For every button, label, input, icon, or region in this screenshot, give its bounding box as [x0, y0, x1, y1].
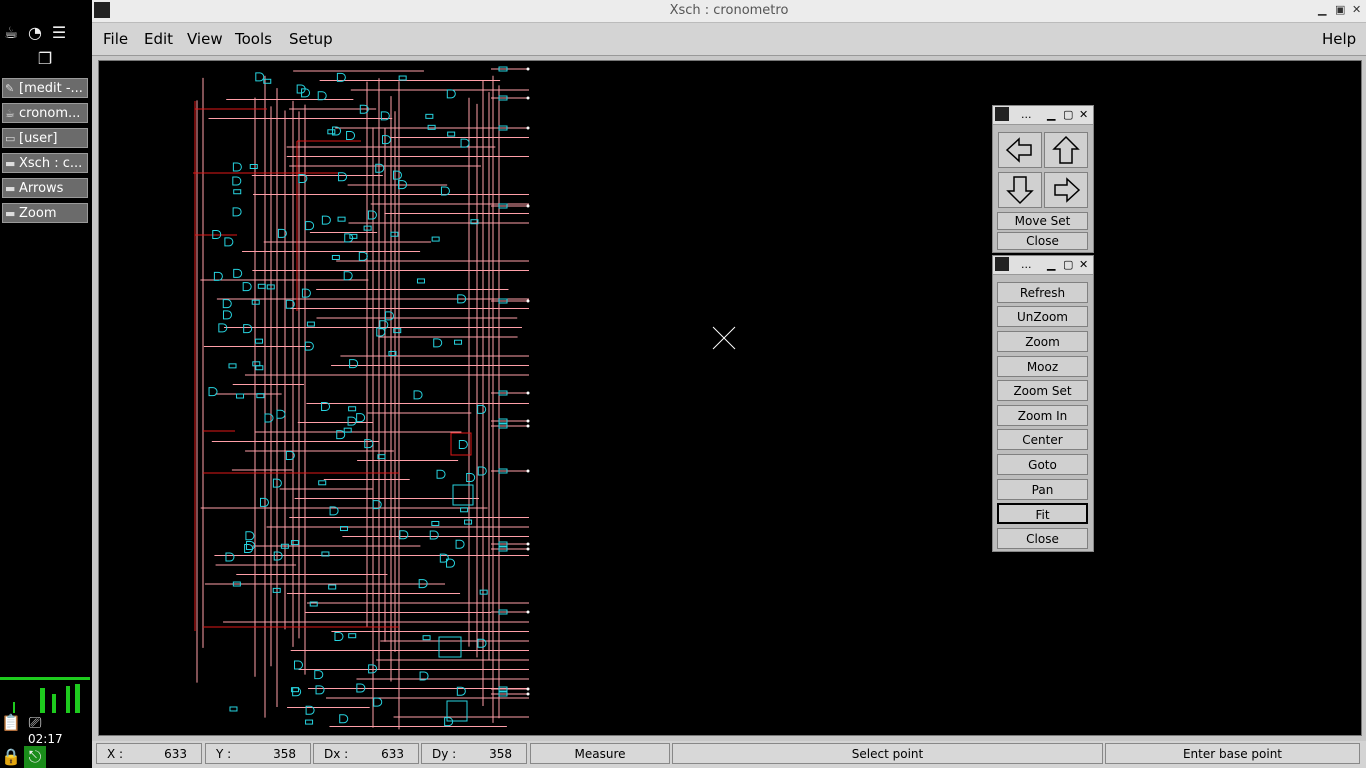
zoom-close-button[interactable]: Close — [997, 528, 1088, 549]
clock: 02:17 — [28, 732, 63, 746]
fit-button[interactable]: Fit — [997, 503, 1088, 524]
mooz-button[interactable]: Mooz — [997, 356, 1088, 377]
task-xsch[interactable]: ▬ Xsch : c... — [2, 153, 88, 173]
minimize-icon[interactable]: ▁ — [1047, 108, 1055, 121]
taskbar: ☕ ◔ ☰ ❐ ✎ [medit -... ☕ cronom... ▭ [user] … — [0, 0, 92, 768]
task-arrows[interactable]: ▬ Arrows — [2, 178, 88, 198]
palette-icon — [995, 257, 1009, 271]
xsch-window: Xsch : cronometro ▁ ▣ ✕ File Edit View T… — [92, 0, 1366, 768]
maximize-icon[interactable]: ▢ — [1063, 258, 1073, 271]
arrows-close-button[interactable]: Close — [997, 232, 1088, 250]
cpu-monitor — [0, 677, 90, 713]
move-up-button[interactable] — [1044, 132, 1088, 168]
crosshair-cursor — [712, 326, 736, 350]
move-down-button[interactable] — [998, 172, 1042, 208]
menu-view[interactable]: View — [187, 30, 223, 48]
task-medit[interactable]: ✎ [medit -... — [2, 78, 88, 98]
close-icon[interactable]: ✕ — [1079, 108, 1088, 121]
status-prompt: Enter base point — [1105, 743, 1360, 764]
schematic-drawing — [193, 66, 530, 730]
title-bar[interactable]: Xsch : cronometro ▁ ▣ ✕ — [92, 0, 1366, 23]
zoom-in-button[interactable]: Zoom In — [997, 405, 1088, 426]
window-icon: ▬ — [5, 207, 16, 220]
pan-button[interactable]: Pan — [997, 479, 1088, 500]
zoom-palette: ... ▁ ▢ ✕ Refresh UnZoom Zoom Mooz Zoom … — [992, 255, 1094, 552]
move-set-button[interactable]: Move Set — [997, 212, 1088, 230]
teapot-icon[interactable]: ☕ — [0, 22, 22, 44]
status-bar: X :633 Y :358 Dx :633 Dy :358 Measure Se… — [92, 741, 1366, 768]
move-left-button[interactable] — [998, 132, 1042, 168]
arrow-down-icon — [1006, 176, 1034, 205]
menu-tools[interactable]: Tools — [235, 30, 272, 48]
menu-file[interactable]: File — [103, 30, 128, 48]
refresh-button[interactable]: Refresh — [997, 282, 1088, 303]
dy-value: 358 — [489, 747, 512, 761]
folder-icon: ▭ — [5, 132, 16, 145]
status-message: Select point — [672, 743, 1103, 764]
exit-icon[interactable]: ⎋ — [24, 746, 46, 768]
status-x: X :633 — [96, 743, 202, 764]
maximize-icon[interactable]: ▢ — [1063, 108, 1073, 121]
arrows-palette: ... ▁ ▢ ✕ Move Set Close — [992, 105, 1094, 253]
window-title: Xsch : cronometro — [669, 3, 789, 18]
arrow-up-icon — [1052, 135, 1080, 164]
clock-launcher-icon[interactable]: ◔ — [24, 22, 46, 44]
zoom-palette-titlebar[interactable]: ... ▁ ▢ ✕ — [993, 256, 1093, 275]
task-zoom[interactable]: ▬ Zoom — [2, 203, 88, 223]
minimize-button[interactable]: ▁ — [1318, 3, 1326, 16]
minimize-icon[interactable]: ▁ — [1047, 258, 1055, 271]
window-icon: ▬ — [5, 157, 16, 170]
arrow-left-icon — [1005, 137, 1032, 163]
windows-icon[interactable]: ❐ — [34, 48, 56, 70]
goto-button[interactable]: Goto — [997, 454, 1088, 475]
network-icon[interactable]: ⎚ — [24, 712, 46, 734]
menu-edit[interactable]: Edit — [144, 30, 173, 48]
menu-help[interactable]: Help — [1322, 30, 1356, 48]
status-dx: Dx :633 — [313, 743, 419, 764]
task-user[interactable]: ▭ [user] — [2, 128, 88, 148]
pencil-icon: ✎ — [5, 82, 15, 95]
menu-setup[interactable]: Setup — [289, 30, 333, 48]
arrow-right-icon — [1054, 177, 1081, 203]
unzoom-button[interactable]: UnZoom — [997, 306, 1088, 327]
status-mode: Measure — [530, 743, 670, 764]
palette-icon — [995, 107, 1009, 121]
clipboard-icon[interactable]: 📋 — [0, 712, 22, 734]
dx-value: 633 — [381, 747, 404, 761]
move-right-button[interactable] — [1044, 172, 1088, 208]
center-button[interactable]: Center — [997, 429, 1088, 450]
zoom-set-button[interactable]: Zoom Set — [997, 380, 1088, 401]
close-icon[interactable]: ✕ — [1079, 258, 1088, 271]
status-dy: Dy :358 — [421, 743, 527, 764]
close-button[interactable]: ✕ — [1352, 3, 1361, 16]
x-value: 633 — [164, 747, 187, 761]
status-y: Y :358 — [205, 743, 311, 764]
menu-bar: File Edit View Tools Setup Help — [92, 23, 1366, 56]
notes-icon[interactable]: ☰ — [48, 22, 70, 44]
task-cronometro[interactable]: ☕ cronom... — [2, 103, 88, 123]
lock-icon[interactable]: 🔒 — [0, 746, 22, 768]
maximize-button[interactable]: ▣ — [1335, 3, 1345, 16]
y-value: 358 — [273, 747, 296, 761]
teapot-icon: ☕ — [5, 107, 15, 120]
zoom-button[interactable]: Zoom — [997, 331, 1088, 352]
window-icon: ▬ — [5, 182, 16, 195]
arrows-palette-titlebar[interactable]: ... ▁ ▢ ✕ — [993, 106, 1093, 125]
schematic-canvas[interactable] — [98, 60, 1362, 736]
cpu-graph — [13, 684, 80, 713]
